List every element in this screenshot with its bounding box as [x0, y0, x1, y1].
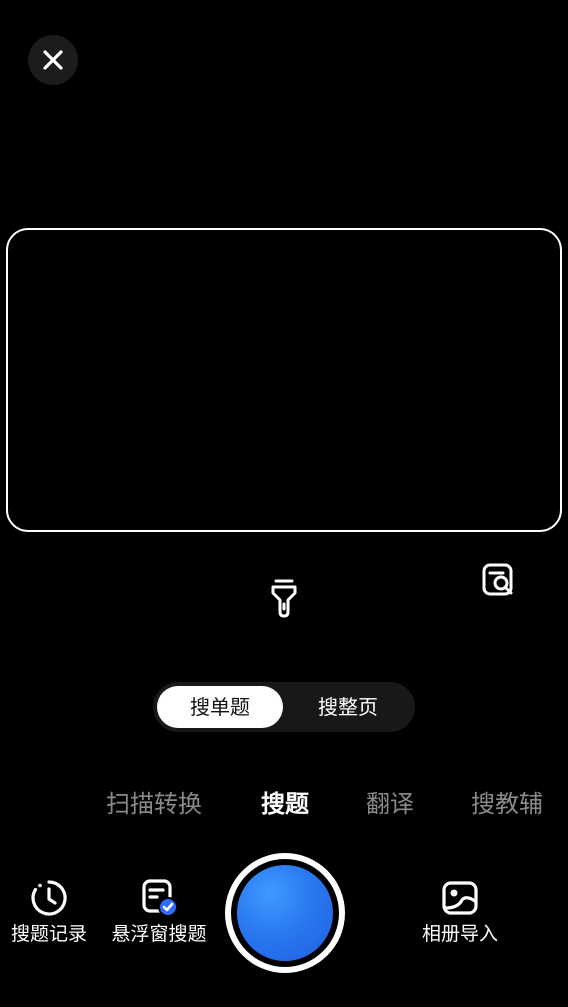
clock-history-icon	[29, 878, 69, 918]
tab-search-question[interactable]: 搜题	[261, 786, 309, 822]
history-label: 搜题记录	[10, 923, 87, 945]
history-button[interactable]: 搜题记录	[9, 878, 89, 946]
floating-window-label: 悬浮窗搜题	[111, 923, 207, 945]
tab-translate[interactable]: 翻译	[366, 786, 414, 822]
close-icon	[43, 50, 63, 70]
segment-whole-page[interactable]: 搜整页	[285, 686, 411, 728]
shutter-button[interactable]	[225, 853, 345, 973]
flashlight-icon	[271, 579, 297, 618]
tab-search-tutoring[interactable]: 搜教辅	[471, 786, 543, 822]
album-import-label: 相册导入	[421, 923, 498, 945]
floating-window-icon	[139, 878, 179, 918]
close-button[interactable]	[28, 35, 78, 85]
segment-single-question[interactable]: 搜单题	[157, 686, 283, 728]
document-search-icon	[482, 563, 513, 596]
photo-album-icon	[440, 878, 480, 918]
flashlight-button[interactable]	[268, 578, 300, 618]
floating-window-button[interactable]: 悬浮窗搜题	[108, 878, 210, 946]
document-search-button[interactable]	[481, 562, 517, 598]
album-import-button[interactable]: 相册导入	[419, 878, 501, 946]
tab-scan-convert[interactable]: 扫描转换	[106, 786, 202, 822]
search-scope-toggle: 搜单题 搜整页	[153, 682, 415, 732]
scan-frame	[6, 228, 562, 532]
shutter-core	[237, 865, 333, 961]
